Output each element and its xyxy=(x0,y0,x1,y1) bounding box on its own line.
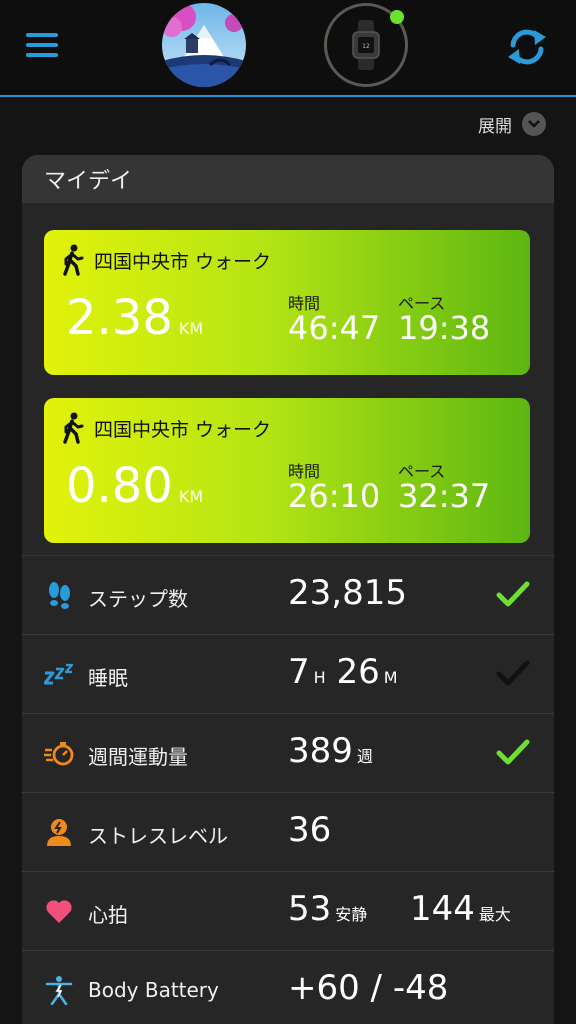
stress-label: ストレスレベル xyxy=(88,824,228,848)
resting-heart-rate: 53 安静 xyxy=(288,889,368,929)
check-icon xyxy=(496,581,530,607)
my-day-panel: マイデイ 四国中央市 ウォーク 2.38 KM 時間 46:47 ペース 19:3… xyxy=(22,155,554,1024)
sleep-label: 睡眠 xyxy=(88,666,128,690)
intensity-value: 389 週 xyxy=(288,731,373,771)
activity-pace: 19:38 xyxy=(398,309,491,347)
heart-rate-label: 心拍 xyxy=(88,903,128,927)
walk-icon xyxy=(63,244,84,276)
intensity-label: 週間運動量 xyxy=(88,745,188,769)
svg-text:12: 12 xyxy=(362,43,370,50)
intensity-minutes-row[interactable]: 週間運動量 389 週 xyxy=(22,713,554,793)
max-heart-rate: 144 最大 xyxy=(410,889,511,929)
steps-row[interactable]: ステップ数 23,815 xyxy=(22,555,554,635)
sync-icon[interactable] xyxy=(504,24,550,70)
connection-status-dot xyxy=(390,10,404,24)
expand-toggle[interactable]: 展開 xyxy=(478,110,546,138)
stress-row[interactable]: ストレスレベル 36 xyxy=(22,792,554,872)
panel-title: マイデイ xyxy=(22,155,554,203)
sleep-row[interactable]: 睡眠 7H 26 M xyxy=(22,634,554,714)
heart-icon xyxy=(46,900,72,923)
footprints-icon xyxy=(49,582,70,609)
heart-rate-row[interactable]: 心拍 53 安静 144 最大 xyxy=(22,871,554,951)
expand-label: 展開 xyxy=(478,116,512,137)
body-battery-value: +60 / -48 xyxy=(288,968,449,1008)
activity-pace: 32:37 xyxy=(398,477,491,515)
body-battery-row[interactable]: Body Battery +60 / -48 xyxy=(22,950,554,1024)
sleep-value: 7H 26 M xyxy=(288,652,398,692)
activity-title: 四国中央市 ウォーク xyxy=(94,419,272,441)
check-icon xyxy=(496,660,530,686)
distance-unit: KM xyxy=(178,319,204,338)
steps-label: ステップ数 xyxy=(88,587,188,611)
activity-distance: 0.80 KM xyxy=(66,458,204,514)
avatar[interactable] xyxy=(162,3,246,87)
stopwatch-icon xyxy=(44,742,74,766)
menu-icon[interactable] xyxy=(26,33,58,59)
activity-time: 46:47 xyxy=(288,309,381,347)
activity-time: 26:10 xyxy=(288,477,381,515)
distance-unit: KM xyxy=(178,487,204,506)
steps-value: 23,815 xyxy=(288,573,407,613)
top-bar: 12 xyxy=(0,0,576,97)
walk-icon xyxy=(63,412,84,444)
activity-card[interactable]: 四国中央市 ウォーク 2.38 KM 時間 46:47 ペース 19:38 xyxy=(44,230,530,375)
stress-value: 36 xyxy=(288,810,332,850)
sleep-zzz-icon xyxy=(44,663,74,685)
chevron-down-icon xyxy=(522,112,546,136)
body-battery-label: Body Battery xyxy=(88,978,219,1002)
activity-title: 四国中央市 ウォーク xyxy=(94,251,272,273)
check-icon xyxy=(496,739,530,765)
body-battery-icon xyxy=(45,976,73,1005)
activity-distance: 2.38 KM xyxy=(66,290,204,346)
activity-card[interactable]: 四国中央市 ウォーク 0.80 KM 時間 26:10 ペース 32:37 xyxy=(44,398,530,543)
stress-icon xyxy=(47,819,71,846)
